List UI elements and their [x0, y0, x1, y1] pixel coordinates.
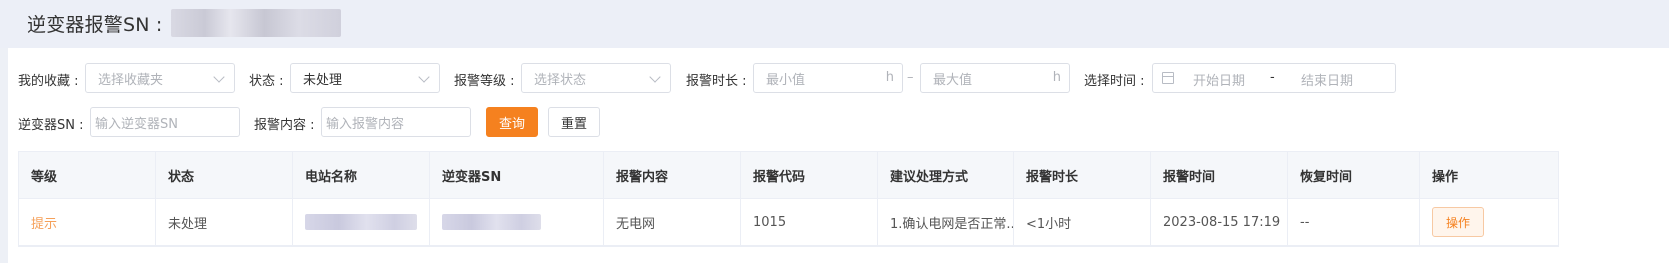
alarm-table: 等级 状态 电站名称 逆变器SN 报警内容 报警代码 建议处理方式 报警时长 报…	[18, 151, 1559, 247]
favorites-select[interactable]: 选择收藏夹	[85, 63, 235, 93]
cell-level: 提示	[19, 199, 156, 245]
alarm-content-label: 报警内容 :	[254, 118, 315, 133]
level-placeholder: 选择状态	[534, 72, 587, 88]
column-header-action: 操作	[1432, 169, 1459, 185]
cell-inverter-sn	[430, 199, 604, 245]
chevron-down-icon	[213, 71, 225, 83]
alarm-content-placeholder: 输入报警内容	[326, 116, 405, 132]
page-title-text: 逆变器报警SN :	[27, 13, 163, 36]
column-header-alarm-time: 报警时间	[1151, 152, 1288, 198]
date-range-separator: -	[1270, 70, 1275, 85]
cell-alarm-time: 2023-08-15 17:19	[1151, 199, 1288, 245]
page-title: 逆变器报警SN :	[27, 9, 341, 37]
column-header-suggestion: 建议处理方式	[878, 152, 1014, 198]
level-label: 报警等级 :	[454, 74, 515, 89]
status-value: 未处理	[303, 72, 343, 88]
cell-alarm-content: 无电网	[604, 199, 741, 245]
redacted-inverter-sn	[442, 214, 541, 230]
status-label: 状态 :	[249, 74, 284, 89]
duration-max-unit: h	[1052, 70, 1061, 85]
inverter-sn-input[interactable]: 输入逆变器SN	[90, 107, 240, 137]
start-date-placeholder[interactable]: 开始日期	[1193, 70, 1245, 89]
reset-button[interactable]: 重置	[548, 107, 600, 137]
table-row: 提示 未处理 无电网 1015 1.确认电网是否正常... <1小时 2023-…	[19, 199, 1558, 246]
column-header-inverter-sn: 逆变器SN	[430, 152, 604, 198]
date-range-picker[interactable]: 开始日期 - 结束日期	[1152, 63, 1396, 93]
column-header-recovery-time: 恢复时间	[1288, 152, 1420, 198]
chevron-down-icon	[418, 71, 430, 83]
cell-station-name	[293, 199, 430, 245]
redacted-sn	[170, 9, 341, 37]
duration-min-input[interactable]: 最小值 h	[753, 63, 903, 93]
alarm-content-input[interactable]: 输入报警内容	[321, 107, 471, 137]
column-header-alarm-content: 报警内容	[604, 152, 741, 198]
duration-label: 报警时长 :	[686, 74, 747, 89]
column-header-alarm-code: 报警代码	[741, 152, 878, 198]
duration-min-placeholder: 最小值	[766, 72, 806, 88]
row-action-button[interactable]: 操作	[1432, 207, 1484, 237]
chevron-down-icon	[649, 71, 661, 83]
status-select[interactable]: 未处理	[290, 63, 440, 93]
cell-duration: <1小时	[1014, 199, 1151, 245]
level-select[interactable]: 选择状态	[521, 63, 671, 93]
time-label: 选择时间 :	[1084, 74, 1145, 89]
column-header-station-name: 电站名称	[293, 152, 430, 198]
column-header-duration: 报警时长	[1014, 152, 1151, 198]
favorites-placeholder: 选择收藏夹	[98, 72, 164, 88]
cell-recovery-time: --	[1288, 199, 1420, 245]
cell-status: 未处理	[156, 199, 293, 245]
cell-suggestion: 1.确认电网是否正常...	[878, 199, 1014, 245]
favorites-label: 我的收藏 :	[18, 74, 79, 89]
duration-max-input[interactable]: 最大值 h	[920, 63, 1070, 93]
query-button[interactable]: 查询	[486, 107, 538, 137]
redacted-station-name	[305, 214, 417, 230]
inverter-sn-label: 逆变器SN :	[18, 118, 84, 133]
cell-action: 操作	[1420, 199, 1560, 245]
duration-min-unit: h	[885, 70, 894, 85]
inverter-sn-placeholder: 输入逆变器SN	[95, 116, 178, 132]
column-header-level: 等级	[19, 152, 156, 198]
end-date-placeholder[interactable]: 结束日期	[1301, 70, 1353, 89]
calendar-icon	[1162, 72, 1174, 84]
cell-alarm-code: 1015	[741, 199, 878, 245]
column-header-status: 状态	[156, 152, 293, 198]
duration-separator: –	[907, 70, 914, 85]
duration-max-placeholder: 最大值	[933, 72, 973, 88]
table-header: 等级 状态 电站名称 逆变器SN 报警内容 报警代码 建议处理方式 报警时长 报…	[19, 152, 1558, 199]
page-header: 逆变器报警SN :	[0, 0, 1669, 48]
